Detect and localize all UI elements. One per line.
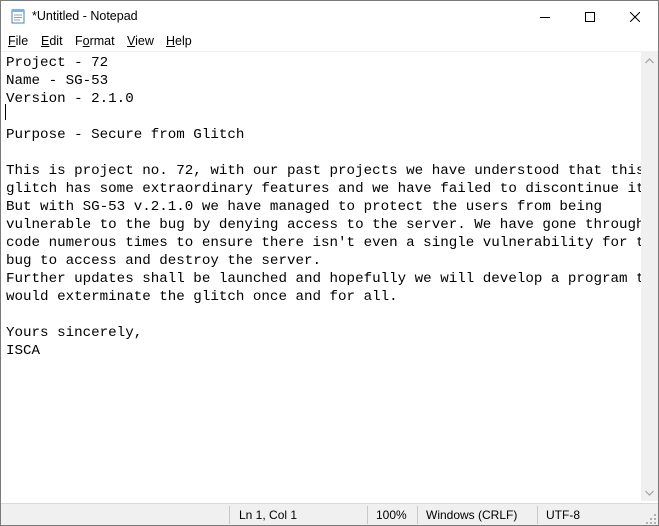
scroll-down-button[interactable] — [641, 484, 658, 501]
status-divider — [229, 506, 230, 524]
line-ending: Windows (CRLF) — [426, 508, 518, 522]
menu-view[interactable]: View — [127, 34, 154, 48]
menu-format-accel: o — [82, 34, 90, 48]
close-button[interactable] — [612, 1, 658, 32]
menu-edit-label: dit — [49, 34, 63, 48]
notepad-icon — [10, 8, 26, 24]
close-icon — [630, 11, 640, 22]
menu-edit[interactable]: Edit — [41, 34, 63, 48]
encoding: UTF-8 — [546, 508, 580, 522]
status-divider — [367, 506, 368, 524]
document-text: Project - 72 Name - SG-53 Version - 2.1.… — [6, 55, 641, 359]
minimize-icon — [540, 16, 550, 18]
menu-view-accel: V — [127, 34, 136, 48]
menu-view-label: iew — [135, 34, 154, 48]
text-editor[interactable]: Project - 72 Name - SG-53 Version - 2.1.… — [1, 52, 641, 501]
status-bar: Ln 1, Col 1 100% Windows (CRLF) UTF-8 — [1, 503, 658, 525]
vertical-scrollbar[interactable] — [641, 52, 658, 501]
menu-format-pre: F — [75, 34, 83, 48]
text-caret — [5, 104, 6, 120]
minimize-button[interactable] — [522, 1, 568, 32]
cursor-position: Ln 1, Col 1 — [239, 508, 298, 522]
title-bar[interactable]: *Untitled - Notepad — [1, 1, 658, 32]
menu-bar: File Edit Format View Help — [1, 32, 658, 51]
menu-help-label: elp — [175, 34, 192, 48]
menu-format-label: rmat — [89, 34, 115, 48]
menu-format[interactable]: Format — [75, 34, 115, 48]
notepad-window: *Untitled - Notepad File Edit Format Vie… — [0, 0, 659, 526]
status-divider — [537, 506, 538, 524]
scroll-up-button[interactable] — [641, 52, 658, 69]
chevron-down-icon — [645, 490, 654, 496]
maximize-icon — [585, 11, 595, 22]
window-title: *Untitled - Notepad — [32, 9, 138, 23]
menu-help-accel: H — [166, 34, 176, 48]
chevron-up-icon — [645, 57, 654, 63]
menu-file[interactable]: File — [8, 34, 28, 48]
menu-help[interactable]: Help — [166, 34, 192, 48]
zoom-level: 100% — [376, 508, 407, 522]
resize-grip-icon[interactable] — [645, 513, 657, 525]
menu-file-accel: F — [8, 34, 16, 48]
maximize-button[interactable] — [567, 1, 613, 32]
menu-file-label: ile — [15, 34, 29, 48]
status-divider — [417, 506, 418, 524]
